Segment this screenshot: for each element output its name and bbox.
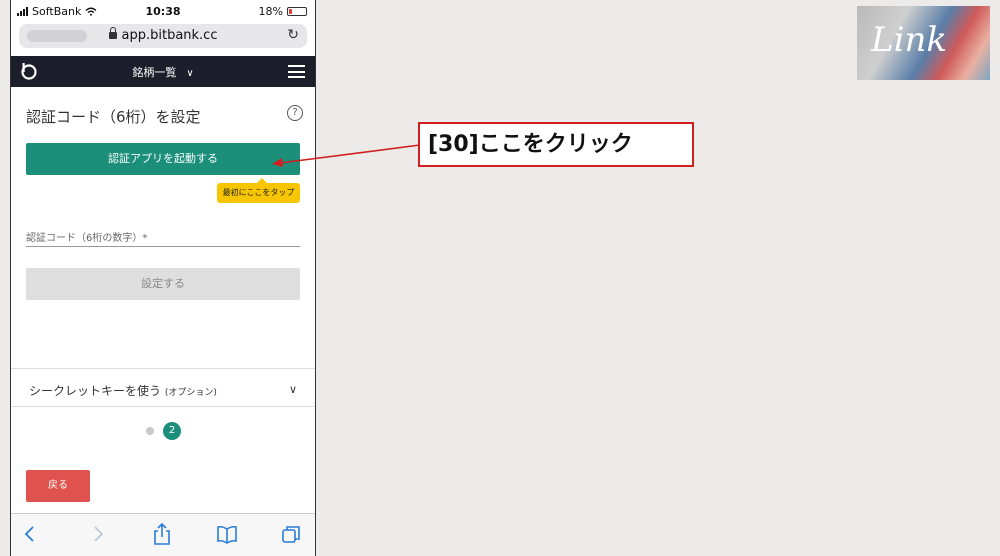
secret-key-toggle[interactable]: シークレットキーを使う (オプション): [29, 382, 217, 399]
address-bar[interactable]: app.bitbank.cc ↻: [19, 24, 307, 48]
link-logo: Link: [857, 6, 990, 80]
forward-arrow-icon[interactable]: [91, 522, 105, 546]
step-indicator-1: [146, 427, 154, 435]
app-nav-bar: 銘柄一覧 ∨: [11, 56, 315, 87]
tabs-icon[interactable]: [281, 522, 301, 546]
bookmarks-icon[interactable]: [216, 522, 238, 546]
tooltip-tap-first: 最初にここをタップ: [217, 178, 300, 203]
set-button[interactable]: 設定する: [26, 268, 300, 300]
nav-title: 銘柄一覧: [132, 66, 177, 79]
annotation-callout: [30]ここをクリック: [418, 122, 694, 167]
browser-toolbar: [11, 513, 315, 556]
secret-key-label: シークレットキーを使う: [29, 384, 162, 398]
phone-screen: SoftBank 10:38 18% app.bitbank.cc ↻ 銘柄一覧…: [10, 0, 316, 556]
help-icon[interactable]: ?: [287, 105, 303, 121]
battery-icon: [287, 7, 307, 16]
launch-auth-app-button[interactable]: 認証アプリを起動する: [26, 143, 300, 175]
lock-icon: [108, 27, 117, 39]
battery-percent: 18%: [258, 5, 283, 18]
market-list-dropdown[interactable]: 銘柄一覧 ∨: [11, 64, 315, 80]
divider: [11, 368, 315, 369]
chevron-down-icon[interactable]: ∨: [289, 383, 297, 396]
reload-icon[interactable]: ↻: [287, 27, 299, 43]
back-arrow-icon[interactable]: [23, 522, 37, 546]
auth-code-input[interactable]: [26, 246, 300, 247]
step-indicator-2: 2: [163, 422, 181, 440]
menu-icon[interactable]: [288, 65, 305, 78]
share-icon[interactable]: [152, 522, 172, 546]
auth-code-field-label: 認証コード（6桁の数字）*: [26, 233, 148, 244]
page-title: 認証コード（6桁）を設定: [26, 108, 201, 126]
status-bar: SoftBank 10:38 18%: [11, 0, 315, 22]
secret-key-option: (オプション): [164, 388, 217, 398]
annotation-arrow: [272, 144, 421, 167]
logo-text: Link: [871, 20, 947, 60]
back-button[interactable]: 戻る: [26, 470, 90, 502]
url-text: app.bitbank.cc: [121, 28, 218, 43]
chevron-down-icon: ∨: [186, 68, 194, 79]
divider: [11, 406, 315, 407]
